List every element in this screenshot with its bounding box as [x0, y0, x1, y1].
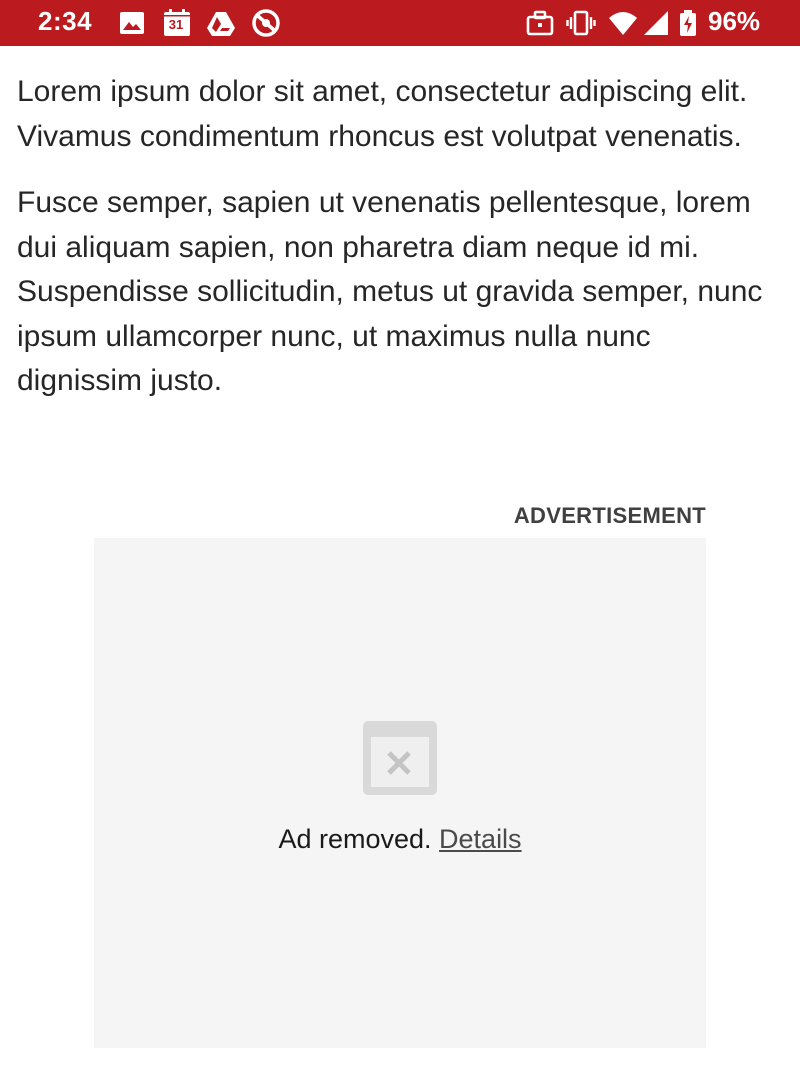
- status-bar: 2:34 31 96%: [0, 0, 800, 46]
- article-body: Lorem ipsum dolor sit amet, consectetur …: [17, 70, 777, 426]
- ad-container: Ad removed. Details: [94, 538, 706, 1048]
- ad-removed-icon: [363, 721, 437, 795]
- do-not-disturb-icon: [251, 8, 281, 38]
- drive-icon: [206, 8, 236, 38]
- status-time: 2:34: [38, 6, 93, 36]
- article-paragraph: Lorem ipsum dolor sit amet, consectetur …: [17, 75, 748, 153]
- cellular-signal-icon: [640, 8, 670, 38]
- calendar-date: 31: [168, 17, 184, 32]
- vibrate-icon: [566, 8, 596, 38]
- battery-percentage: 96%: [708, 6, 761, 36]
- battery-charging-icon: [677, 8, 699, 38]
- ad-removed-message: Ad removed. Details: [94, 824, 706, 855]
- details-link[interactable]: Details: [439, 824, 522, 854]
- ad-removed-text: Ad removed.: [278, 824, 432, 854]
- ad-label: ADVERTISEMENT: [513, 503, 706, 528]
- article-paragraph: Fusce semper, sapien ut venenatis pellen…: [17, 186, 763, 397]
- gallery-icon: [117, 8, 147, 38]
- wifi-icon: [608, 8, 638, 38]
- work-profile-icon: [525, 8, 555, 38]
- calendar-icon: 31: [162, 8, 192, 38]
